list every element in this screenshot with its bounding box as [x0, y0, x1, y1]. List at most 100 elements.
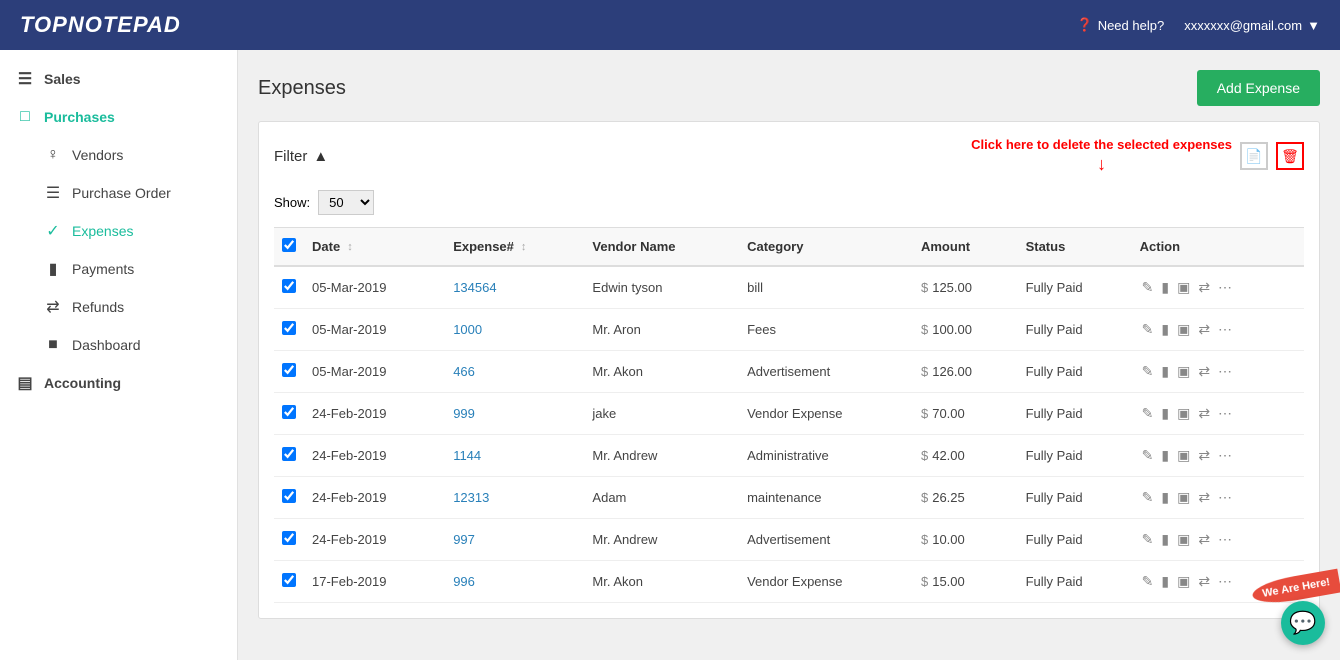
more-icon[interactable]: ⋯	[1216, 277, 1234, 298]
purchases-label: Purchases	[44, 109, 115, 125]
edit-icon[interactable]: ✎	[1140, 529, 1156, 550]
row-checkbox[interactable]	[282, 531, 296, 545]
convert-icon[interactable]: ⇄	[1196, 571, 1212, 592]
more-icon[interactable]: ⋯	[1216, 529, 1234, 550]
person-icon: ♀	[44, 146, 62, 164]
more-icon[interactable]: ⋯	[1216, 571, 1234, 592]
row-action-icons: ✎ ▮ ▣ ⇄ ⋯	[1140, 529, 1296, 550]
row-expense-num[interactable]: 1144	[445, 435, 584, 477]
payment-icon[interactable]: ▮	[1159, 487, 1171, 508]
sidebar-item-refunds[interactable]: ⇄ Refunds	[0, 288, 237, 326]
chat-bubble[interactable]: 💬	[1281, 601, 1325, 645]
main-layout: ☰ Sales □ Purchases ♀ Vendors ☰ Purchase…	[0, 50, 1340, 660]
sidebar-item-expenses[interactable]: ✓ Expenses	[0, 212, 237, 250]
sort-expense-icon[interactable]: ↕	[521, 241, 527, 253]
payment-icon[interactable]: ▮	[1159, 277, 1171, 298]
row-checkbox-cell[interactable]	[274, 351, 304, 393]
export-icon-button[interactable]: 📄	[1240, 142, 1268, 170]
sidebar-item-payments[interactable]: ▮ Payments	[0, 250, 237, 288]
more-icon[interactable]: ⋯	[1216, 319, 1234, 340]
row-checkbox-cell[interactable]	[274, 393, 304, 435]
refunds-icon: ⇄	[44, 298, 62, 316]
convert-icon[interactable]: ⇄	[1196, 445, 1212, 466]
sidebar-item-vendors[interactable]: ♀ Vendors	[0, 136, 237, 174]
edit-icon[interactable]: ✎	[1140, 445, 1156, 466]
row-action: ✎ ▮ ▣ ⇄ ⋯	[1132, 519, 1304, 561]
edit-icon[interactable]: ✎	[1140, 361, 1156, 382]
row-date: 17-Feb-2019	[304, 561, 445, 603]
edit-icon[interactable]: ✎	[1140, 277, 1156, 298]
sidebar-item-purchase-order[interactable]: ☰ Purchase Order	[0, 174, 237, 212]
row-expense-num[interactable]: 997	[445, 519, 584, 561]
payment-icon[interactable]: ▮	[1159, 445, 1171, 466]
edit-icon[interactable]: ✎	[1140, 487, 1156, 508]
row-checkbox[interactable]	[282, 363, 296, 377]
payment-icon[interactable]: ▮	[1159, 571, 1171, 592]
convert-icon[interactable]: ⇄	[1196, 487, 1212, 508]
payment-icon[interactable]: ▮	[1159, 529, 1171, 550]
more-icon[interactable]: ⋯	[1216, 487, 1234, 508]
row-expense-num[interactable]: 466	[445, 351, 584, 393]
table-row: 24-Feb-2019 1144 Mr. Andrew Administrati…	[274, 435, 1304, 477]
th-vendor: Vendor Name	[584, 228, 739, 267]
row-checkbox-cell[interactable]	[274, 519, 304, 561]
edit-icon[interactable]: ✎	[1140, 571, 1156, 592]
show-select[interactable]: 50 25 100	[318, 190, 374, 215]
copy-icon[interactable]: ▣	[1175, 361, 1192, 382]
row-vendor: jake	[584, 393, 739, 435]
copy-icon[interactable]: ▣	[1175, 529, 1192, 550]
add-expense-button[interactable]: Add Expense	[1197, 70, 1320, 106]
convert-icon[interactable]: ⇄	[1196, 529, 1212, 550]
table-row: 24-Feb-2019 997 Mr. Andrew Advertisement…	[274, 519, 1304, 561]
edit-icon[interactable]: ✎	[1140, 319, 1156, 340]
user-menu[interactable]: xxxxxxx@gmail.com ▼	[1184, 18, 1320, 33]
row-checkbox[interactable]	[282, 489, 296, 503]
show-label: Show:	[274, 195, 310, 210]
sidebar-item-sales[interactable]: ☰ Sales	[0, 60, 237, 98]
row-checkbox-cell[interactable]	[274, 266, 304, 309]
row-checkbox[interactable]	[282, 405, 296, 419]
filter-actions: Click here to delete the selected expens…	[971, 137, 1304, 175]
delete-icon-button[interactable]: 🗑	[1276, 142, 1304, 170]
select-all-checkbox[interactable]	[282, 238, 296, 252]
convert-icon[interactable]: ⇄	[1196, 319, 1212, 340]
copy-icon[interactable]: ▣	[1175, 277, 1192, 298]
row-expense-num[interactable]: 996	[445, 561, 584, 603]
copy-icon[interactable]: ▣	[1175, 403, 1192, 424]
row-checkbox[interactable]	[282, 321, 296, 335]
th-action: Action	[1132, 228, 1304, 267]
sort-date-icon[interactable]: ↕	[347, 241, 353, 253]
copy-icon[interactable]: ▣	[1175, 571, 1192, 592]
copy-icon[interactable]: ▣	[1175, 445, 1192, 466]
row-expense-num[interactable]: 1000	[445, 309, 584, 351]
sidebar-item-accounting[interactable]: ▤ Accounting	[0, 364, 237, 402]
row-checkbox[interactable]	[282, 573, 296, 587]
edit-icon[interactable]: ✎	[1140, 403, 1156, 424]
copy-icon[interactable]: ▣	[1175, 319, 1192, 340]
row-expense-num[interactable]: 12313	[445, 477, 584, 519]
copy-icon[interactable]: ▣	[1175, 487, 1192, 508]
dollar-sign: $	[921, 448, 928, 463]
row-checkbox-cell[interactable]	[274, 561, 304, 603]
row-checkbox[interactable]	[282, 279, 296, 293]
row-date: 24-Feb-2019	[304, 519, 445, 561]
row-checkbox-cell[interactable]	[274, 477, 304, 519]
more-icon[interactable]: ⋯	[1216, 445, 1234, 466]
payment-icon[interactable]: ▮	[1159, 403, 1171, 424]
more-icon[interactable]: ⋯	[1216, 361, 1234, 382]
row-expense-num[interactable]: 134564	[445, 266, 584, 309]
more-icon[interactable]: ⋯	[1216, 403, 1234, 424]
convert-icon[interactable]: ⇄	[1196, 403, 1212, 424]
convert-icon[interactable]: ⇄	[1196, 361, 1212, 382]
payment-icon[interactable]: ▮	[1159, 361, 1171, 382]
payment-icon[interactable]: ▮	[1159, 319, 1171, 340]
sidebar-item-purchases[interactable]: □ Purchases	[0, 98, 237, 136]
convert-icon[interactable]: ⇄	[1196, 277, 1212, 298]
help-button[interactable]: ❓ Need help?	[1077, 17, 1165, 33]
row-status: Fully Paid	[1018, 351, 1132, 393]
row-checkbox[interactable]	[282, 447, 296, 461]
row-expense-num[interactable]: 999	[445, 393, 584, 435]
sidebar-item-dashboard[interactable]: ■ Dashboard	[0, 326, 237, 364]
row-checkbox-cell[interactable]	[274, 435, 304, 477]
row-checkbox-cell[interactable]	[274, 309, 304, 351]
